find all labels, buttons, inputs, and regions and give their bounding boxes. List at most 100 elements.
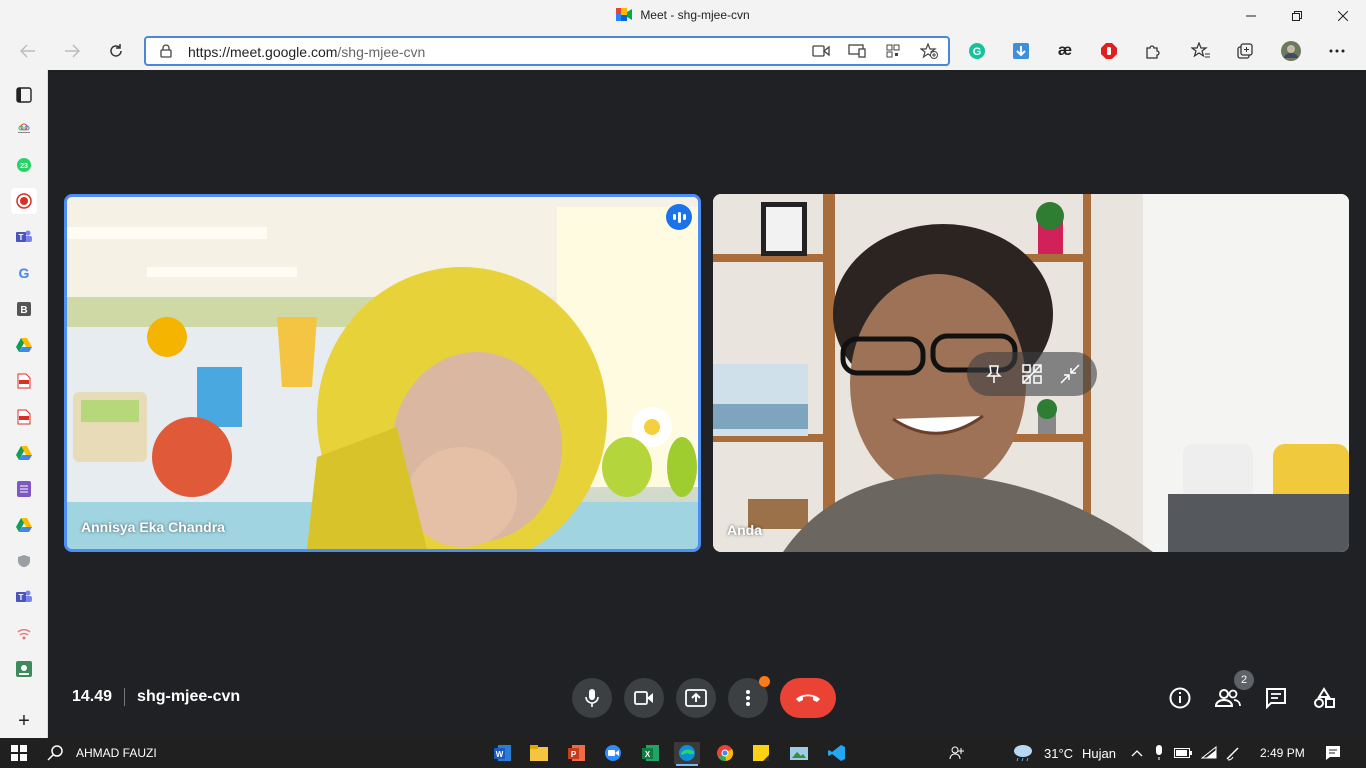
camera-button[interactable] — [624, 678, 664, 718]
download-icon[interactable] — [1010, 40, 1032, 62]
participant-count-badge: 2 — [1234, 670, 1254, 690]
google-drive-icon[interactable] — [12, 441, 36, 465]
edge-icon[interactable] — [674, 742, 700, 764]
participant-tile[interactable]: Annisya Eka Chandra — [64, 194, 701, 552]
forms-icon[interactable] — [12, 477, 36, 501]
windows-start-icon[interactable] — [8, 742, 30, 764]
participant-video — [67, 197, 698, 549]
people-icon — [1215, 689, 1241, 707]
more-icon[interactable] — [1326, 40, 1348, 62]
collections-icon[interactable] — [1234, 40, 1256, 62]
zoom-icon[interactable] — [602, 742, 624, 764]
self-view-tile[interactable]: Anda — [713, 194, 1349, 552]
shield-icon[interactable] — [12, 549, 36, 573]
chat-icon — [1266, 688, 1286, 709]
meeting-code: shg-mjee-cvn — [137, 688, 241, 705]
search-icon[interactable] — [44, 742, 66, 764]
excel-icon[interactable]: X — [640, 742, 662, 764]
weather-description: Hujan — [1082, 746, 1116, 761]
svg-text:G: G — [973, 46, 982, 58]
powerpoint-icon[interactable]: P — [566, 742, 588, 764]
classroom-icon[interactable] — [12, 657, 36, 681]
pin-icon[interactable] — [980, 360, 1008, 388]
minimize-icon — [1246, 15, 1256, 17]
participant-name: Annisya Eka Chandra — [81, 519, 225, 535]
ae-extension-icon[interactable]: æ — [1054, 40, 1076, 62]
svg-text:T: T — [19, 593, 24, 602]
windows-taskbar: AHMAD FAUZI W P X 31°C Hujan 2:49 PM — [0, 738, 1366, 768]
end-call-button[interactable] — [780, 678, 836, 718]
google-drive-icon[interactable] — [12, 333, 36, 357]
cast-icon[interactable] — [846, 42, 868, 60]
lock-icon — [160, 44, 172, 63]
wifi-icon[interactable] — [1198, 742, 1220, 764]
present-screen-button[interactable] — [676, 678, 716, 718]
google-drive-icon[interactable] — [12, 513, 36, 537]
teams-icon[interactable]: T — [12, 585, 36, 609]
profile-avatar[interactable] — [1280, 40, 1302, 62]
notification-center-icon[interactable] — [1322, 742, 1344, 764]
speaking-indicator-icon — [666, 204, 692, 230]
restore-button[interactable] — [1274, 0, 1320, 32]
divider — [124, 688, 126, 706]
add-favorite-icon[interactable] — [918, 42, 940, 60]
camera-icon[interactable] — [810, 42, 832, 60]
google-icon[interactable]: G — [12, 261, 36, 285]
refresh-button[interactable] — [100, 36, 132, 66]
chevron-up-icon[interactable] — [1126, 742, 1148, 764]
sticky-notes-icon[interactable] — [750, 742, 772, 764]
svg-text:B: B — [20, 305, 27, 316]
whatsapp-icon[interactable]: 23 — [12, 153, 36, 177]
more-options-button[interactable] — [728, 676, 770, 718]
more-vert-icon — [746, 690, 750, 706]
word-icon[interactable]: W — [492, 742, 514, 764]
meeting-details-button[interactable] — [1166, 684, 1194, 712]
add-sidebar-button[interactable]: + — [12, 709, 36, 733]
favorites-icon[interactable] — [1190, 40, 1212, 62]
frame-toggle-icon[interactable] — [1018, 360, 1046, 388]
chat-button[interactable] — [1262, 684, 1290, 712]
pdf-icon[interactable] — [12, 405, 36, 429]
address-bar[interactable]: https://meet.google.com/shg-mjee-cvn — [144, 36, 950, 66]
window-title: Meet - shg-mjee-cvn — [0, 8, 1366, 22]
forward-button[interactable] — [56, 36, 88, 66]
self-name: Anda — [727, 522, 762, 538]
vscode-icon[interactable] — [826, 742, 848, 764]
tab-actions-icon[interactable] — [12, 83, 36, 107]
chrome-icon[interactable] — [714, 742, 736, 764]
minimize-tile-icon[interactable] — [1056, 360, 1084, 388]
adblock-icon[interactable] — [1098, 40, 1120, 62]
microphone-tray-icon[interactable] — [1148, 742, 1170, 764]
photo-app-icon[interactable] — [12, 116, 36, 140]
minimize-button[interactable] — [1228, 0, 1274, 32]
extensions-puzzle-icon[interactable] — [1142, 40, 1164, 62]
bookmark-b-icon[interactable]: B — [12, 297, 36, 321]
meet-logo-icon — [616, 8, 633, 21]
file-explorer-icon[interactable] — [528, 742, 550, 764]
photos-viewer-icon[interactable] — [788, 742, 810, 764]
refresh-icon — [110, 44, 122, 57]
battery-icon[interactable] — [1172, 742, 1194, 764]
browser-sidebar: 23 T G B T + — [0, 70, 48, 738]
microphone-button[interactable] — [572, 678, 612, 718]
qr-code-icon[interactable] — [882, 42, 904, 60]
activities-button[interactable] — [1310, 684, 1338, 712]
teams-icon[interactable]: T — [12, 225, 36, 249]
wifi-signal-icon[interactable] — [12, 621, 36, 645]
system-clock: 2:49 PM — [1260, 746, 1305, 760]
hang-up-icon — [796, 694, 820, 702]
window-titlebar: Meet - shg-mjee-cvn — [0, 0, 1366, 32]
pen-icon[interactable] — [1222, 742, 1244, 764]
grammarly-icon[interactable]: G — [966, 40, 988, 62]
svg-text:23: 23 — [20, 163, 28, 170]
svg-text:W: W — [496, 750, 504, 759]
record-icon[interactable] — [11, 188, 37, 214]
pdf-icon[interactable] — [12, 369, 36, 393]
info-icon — [1169, 687, 1191, 709]
people-tray-icon[interactable] — [946, 742, 968, 764]
participants-button[interactable]: 2 — [1214, 670, 1254, 712]
back-button[interactable] — [12, 36, 44, 66]
forward-arrow-icon — [65, 44, 80, 58]
close-button[interactable] — [1320, 0, 1366, 32]
weather-rain-icon — [1012, 742, 1034, 764]
